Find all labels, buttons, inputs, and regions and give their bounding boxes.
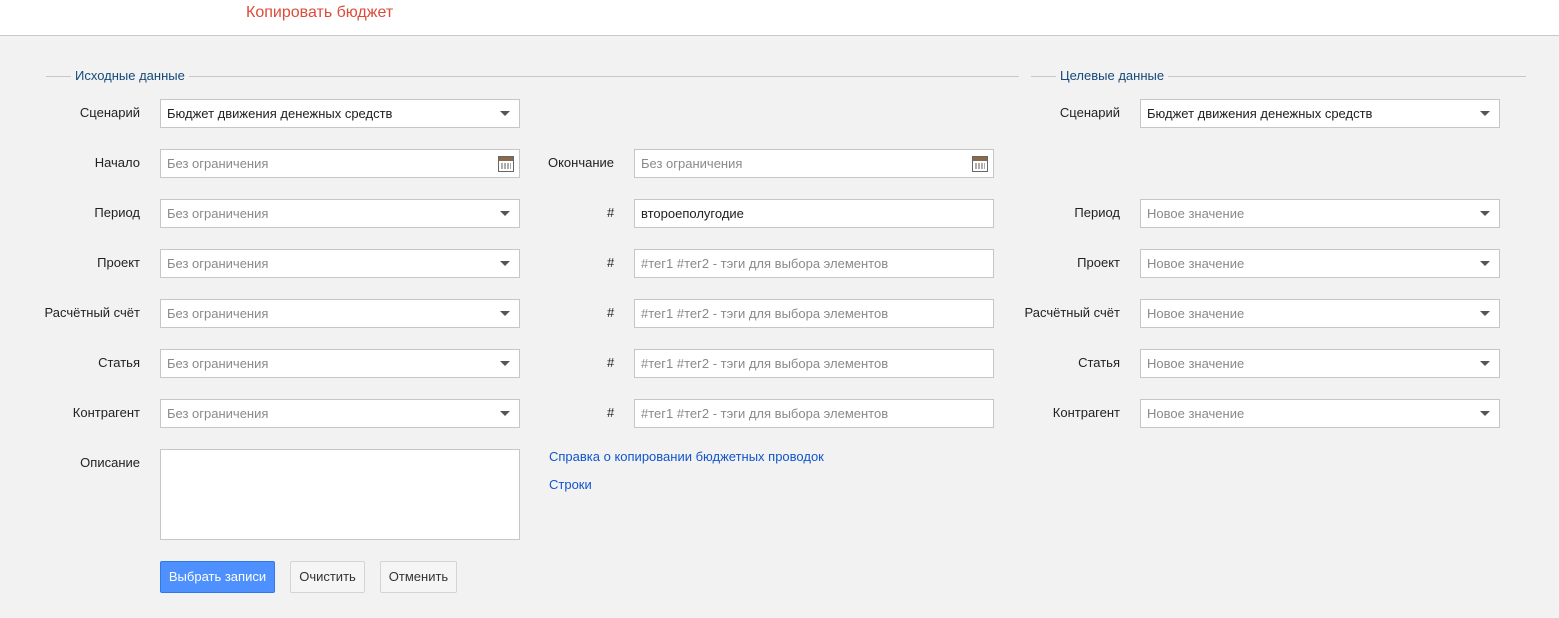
target-account-label: Расчётный счёт — [1024, 305, 1121, 320]
clear-button[interactable]: Очистить — [290, 561, 365, 593]
chevron-down-icon — [500, 111, 510, 116]
cancel-button[interactable]: Отменить — [380, 561, 457, 593]
source-counterparty-label: Контрагент — [72, 405, 140, 420]
source-period-label: Период — [94, 205, 140, 220]
project-tags-input[interactable]: #тег1 #тег2 - тэги для выбора элементов — [634, 249, 994, 278]
help-link[interactable]: Справка о копировании бюджетных проводок — [549, 449, 824, 464]
chevron-down-icon — [500, 311, 510, 316]
source-account-select[interactable]: Без ограничения — [160, 299, 520, 328]
source-project-placeholder: Без ограничения — [167, 256, 269, 271]
target-counterparty-select[interactable]: Новое значение — [1140, 399, 1500, 428]
account-tags-input[interactable]: #тег1 #тег2 - тэги для выбора элементов — [634, 299, 994, 328]
calendar-icon[interactable] — [498, 156, 514, 172]
source-counterparty-select[interactable]: Без ограничения — [160, 399, 520, 428]
source-article-placeholder: Без ограничения — [167, 356, 269, 371]
source-project-select[interactable]: Без ограничения — [160, 249, 520, 278]
source-counterparty-placeholder: Без ограничения — [167, 406, 269, 421]
article-tags-input[interactable]: #тег1 #тег2 - тэги для выбора элементов — [634, 349, 994, 378]
page-title: Копировать бюджет — [246, 4, 394, 21]
source-period-placeholder: Без ограничения — [167, 206, 269, 221]
source-project-label: Проект — [97, 255, 140, 270]
period-tags-input[interactable]: второеполугодие — [634, 199, 994, 228]
article-tags-placeholder: #тег1 #тег2 - тэги для выбора элементов — [641, 356, 889, 371]
target-legend: Целевые данные — [1056, 68, 1169, 83]
start-date-placeholder: Без ограничения — [167, 156, 269, 171]
description-textarea[interactable] — [160, 449, 520, 540]
start-label: Начало — [94, 155, 140, 170]
project-tags-placeholder: #тег1 #тег2 - тэги для выбора элементов — [641, 256, 889, 271]
source-account-placeholder: Без ограничения — [167, 306, 269, 321]
description-label: Описание — [80, 455, 140, 470]
chevron-down-icon — [1480, 411, 1490, 416]
select-records-button[interactable]: Выбрать записи — [160, 561, 275, 593]
start-date-input[interactable]: Без ограничения — [160, 149, 520, 178]
target-counterparty-placeholder: Новое значение — [1147, 406, 1245, 421]
chevron-down-icon — [1480, 261, 1490, 266]
counterparty-tags-placeholder: #тег1 #тег2 - тэги для выбора элементов — [641, 406, 889, 421]
target-counterparty-label: Контрагент — [1052, 405, 1120, 420]
source-legend-line — [46, 76, 1019, 77]
source-article-select[interactable]: Без ограничения — [160, 349, 520, 378]
target-period-label: Период — [1074, 205, 1120, 220]
end-date-placeholder: Без ограничения — [641, 156, 743, 171]
chevron-down-icon — [500, 261, 510, 266]
target-account-select[interactable]: Новое значение — [1140, 299, 1500, 328]
chevron-down-icon — [500, 411, 510, 416]
source-account-label: Расчётный счёт — [44, 305, 141, 320]
calendar-icon[interactable] — [972, 156, 988, 172]
target-article-label: Статья — [1078, 355, 1120, 370]
period-tags-value: второеполугодие — [641, 206, 744, 221]
target-project-label: Проект — [1077, 255, 1120, 270]
chevron-down-icon — [1480, 361, 1490, 366]
chevron-down-icon — [1480, 311, 1490, 316]
target-project-select[interactable]: Новое значение — [1140, 249, 1500, 278]
end-label: Окончание — [547, 155, 614, 170]
chevron-down-icon — [1480, 111, 1490, 116]
end-date-input[interactable]: Без ограничения — [634, 149, 994, 178]
account-tags-placeholder: #тег1 #тег2 - тэги для выбора элементов — [641, 306, 889, 321]
top-bar: Копировать бюджет — [0, 0, 1559, 36]
source-article-label: Статья — [98, 355, 140, 370]
source-period-select[interactable]: Без ограничения — [160, 199, 520, 228]
rows-link[interactable]: Строки — [549, 477, 592, 492]
target-article-select[interactable]: Новое значение — [1140, 349, 1500, 378]
period-hash-label: # — [607, 205, 615, 220]
article-hash-label: # — [607, 355, 615, 370]
target-period-placeholder: Новое значение — [1147, 206, 1245, 221]
source-legend: Исходные данные — [71, 68, 189, 83]
project-hash-label: # — [607, 255, 615, 270]
chevron-down-icon — [1480, 211, 1490, 216]
chevron-down-icon — [500, 361, 510, 366]
account-hash-label: # — [607, 305, 615, 320]
target-article-placeholder: Новое значение — [1147, 356, 1245, 371]
source-scenario-value: Бюджет движения денежных средств — [167, 106, 393, 121]
target-period-select[interactable]: Новое значение — [1140, 199, 1500, 228]
target-account-placeholder: Новое значение — [1147, 306, 1245, 321]
target-scenario-select[interactable]: Бюджет движения денежных средств — [1140, 99, 1500, 128]
counterparty-hash-label: # — [607, 405, 615, 420]
counterparty-tags-input[interactable]: #тег1 #тег2 - тэги для выбора элементов — [634, 399, 994, 428]
chevron-down-icon — [500, 211, 510, 216]
target-scenario-label: Сценарий — [1059, 105, 1120, 120]
source-scenario-label: Сценарий — [79, 105, 140, 120]
source-scenario-select[interactable]: Бюджет движения денежных средств — [160, 99, 520, 128]
target-project-placeholder: Новое значение — [1147, 256, 1245, 271]
target-scenario-value: Бюджет движения денежных средств — [1147, 106, 1373, 121]
